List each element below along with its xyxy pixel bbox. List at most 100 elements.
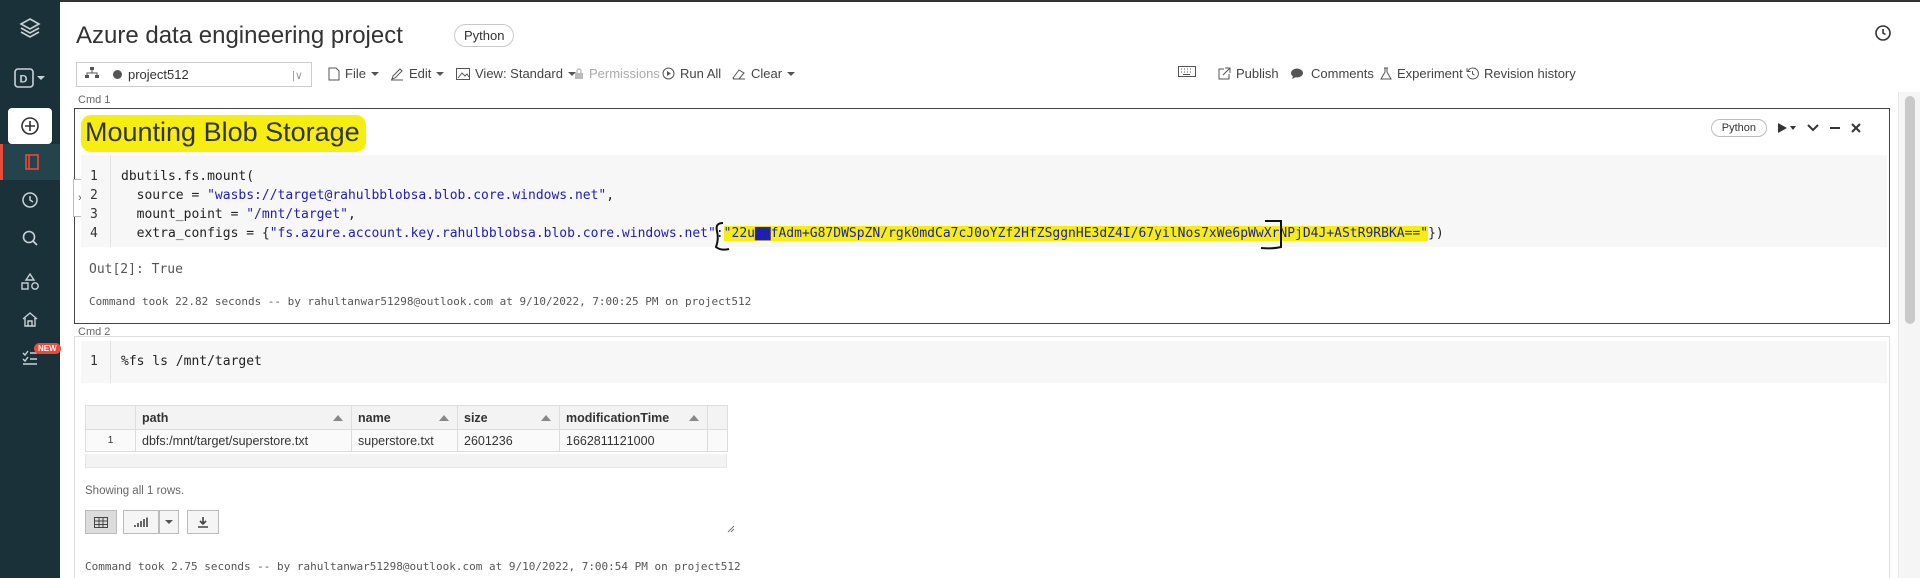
cluster-selector[interactable]: project512 |∨	[76, 62, 312, 87]
keyboard-shortcuts-button[interactable]	[1178, 66, 1196, 77]
cell-output: Out[2]: True	[89, 262, 183, 277]
cell-toolbar: Python	[1710, 119, 1861, 137]
notebook-cell[interactable]: Mounting Blob Storage Python › 1 dbutils…	[73, 108, 1890, 324]
revision-history-label: Revision history	[1484, 66, 1576, 81]
cluster-dropdown-icon[interactable]: |∨	[292, 69, 303, 82]
left-navigation: D NEW	[0, 0, 61, 578]
notebook-cell[interactable]: 1 %fs ls /mnt/target path name size modi…	[74, 336, 1890, 578]
column-header-name[interactable]: name	[351, 405, 458, 430]
line-number: 4	[90, 226, 98, 241]
sort-icon[interactable]	[333, 415, 343, 421]
code-line: source = "wasbs://target@rahulbblobsa.bl…	[121, 188, 614, 203]
results-table: path name size modificationTime 1 dbfs:/…	[85, 405, 728, 452]
experiment-label: Experiment	[1397, 66, 1463, 81]
code-text: dbutils.fs.mount(	[121, 169, 255, 184]
code-editor[interactable]: 1 %fs ls /mnt/target	[81, 341, 1887, 383]
code-text: ,	[606, 188, 615, 203]
code-line: dbutils.fs.mount(	[121, 169, 254, 184]
svg-text:D: D	[20, 74, 28, 86]
cluster-name: project512	[128, 67, 189, 82]
annotation-bracket-icon	[714, 220, 1282, 251]
file-icon	[328, 67, 340, 80]
view-image-icon	[456, 67, 470, 80]
edit-menu-label: Edit	[409, 66, 432, 81]
cell-language-badge[interactable]: Python	[1710, 119, 1767, 137]
file-menu[interactable]: File	[328, 66, 379, 81]
column-header-modificationtime[interactable]: modificationTime	[559, 405, 708, 430]
edit-menu[interactable]: Edit	[390, 66, 445, 81]
workspace-icon[interactable]	[0, 144, 60, 180]
run-cell-icon[interactable]	[1777, 123, 1797, 133]
close-icon[interactable]	[1851, 123, 1861, 133]
experiment-button[interactable]: Experiment	[1380, 66, 1463, 81]
table-header-row: path name size modificationTime	[85, 405, 728, 430]
new-badge: NEW	[34, 343, 61, 354]
table-grid-icon	[94, 516, 108, 528]
databricks-logo-icon[interactable]	[0, 10, 60, 46]
history-icon	[1466, 67, 1479, 80]
play-circle-icon	[662, 67, 675, 80]
schedule-clock-icon[interactable]	[1874, 24, 1892, 47]
code-text: ,	[347, 207, 356, 222]
chart-type-dropdown[interactable]	[159, 510, 179, 534]
bar-chart-icon	[134, 517, 148, 527]
sort-icon[interactable]	[439, 415, 449, 421]
table-cell: 2601236	[457, 429, 560, 452]
code-text: extra_configs = {	[121, 226, 270, 241]
view-menu[interactable]: View: Standard	[456, 66, 576, 81]
table-scroll-area	[85, 454, 727, 468]
scrollbar-thumb[interactable]	[1905, 96, 1915, 324]
code-string: "/mnt/target"	[246, 207, 348, 222]
code-text: %fs ls /mnt/target	[121, 354, 262, 369]
chevron-down-icon[interactable]	[165, 520, 173, 524]
column-header-path[interactable]: path	[135, 405, 352, 430]
lock-icon	[575, 67, 583, 79]
download-button[interactable]	[187, 510, 219, 534]
code-line: %fs ls /mnt/target	[121, 354, 262, 369]
keyboard-icon	[1178, 66, 1196, 77]
share-arrow-icon	[1218, 67, 1231, 80]
header-spacer	[707, 405, 728, 430]
code-line: mount_point = "/mnt/target",	[121, 207, 356, 222]
run-all-label: Run All	[680, 66, 722, 81]
cluster-status-dot	[113, 70, 122, 79]
permissions-button[interactable]: Permissions	[574, 66, 660, 81]
comments-button[interactable]: Comments	[1290, 66, 1374, 81]
line-number: 1	[90, 169, 98, 184]
notebook-language-badge[interactable]: Python	[454, 24, 515, 47]
edit-pencil-icon	[391, 67, 403, 80]
run-all-button[interactable]: Run All	[662, 66, 721, 81]
column-header-size[interactable]: size	[457, 405, 560, 430]
cmd-label: Cmd 1	[78, 94, 111, 106]
code-text: source =	[121, 188, 208, 203]
resize-handle-icon[interactable]	[727, 525, 735, 533]
publish-button[interactable]: Publish	[1218, 66, 1279, 81]
chevron-down-icon[interactable]	[1807, 124, 1819, 132]
search-icon[interactable]	[0, 220, 60, 256]
recents-clock-icon[interactable]	[0, 182, 60, 218]
table-row: 1 dbfs:/mnt/target/superstore.txt supers…	[85, 429, 728, 452]
command-footer: Command took 22.82 seconds -- by rahulta…	[89, 295, 752, 308]
sort-icon[interactable]	[689, 415, 699, 421]
permissions-label: Permissions	[589, 66, 660, 81]
minimize-icon[interactable]	[1829, 126, 1841, 130]
table-view-button[interactable]	[85, 510, 117, 534]
code-string: "wasbs://target@rahulbblobsa.blob.core.w…	[207, 188, 607, 203]
code-text: mount_point =	[121, 207, 247, 222]
workflows-checklist-icon[interactable]: NEW	[0, 340, 61, 376]
table-cell: dbfs:/mnt/target/superstore.txt	[135, 429, 352, 452]
notebook-toolbar: project512 |∨ File Edit View: Standard P…	[60, 62, 1920, 90]
compute-icon[interactable]	[0, 302, 60, 338]
chart-view-button[interactable]	[123, 510, 159, 534]
row-index: 1	[85, 429, 136, 452]
flask-icon	[1380, 67, 1392, 80]
clear-menu[interactable]: Clear	[732, 66, 796, 81]
create-plus-icon[interactable]	[8, 108, 52, 144]
revision-history-button[interactable]: Revision history	[1466, 66, 1576, 81]
page-title[interactable]: Azure data engineering project	[76, 22, 403, 50]
workspace-switcher[interactable]: D	[0, 60, 60, 96]
code-editor[interactable]: 1 dbutils.fs.mount( 2 source = "wasbs://…	[81, 155, 1887, 251]
row-index-header	[85, 405, 136, 430]
data-shapes-icon[interactable]	[0, 264, 60, 300]
sort-icon[interactable]	[541, 415, 551, 421]
